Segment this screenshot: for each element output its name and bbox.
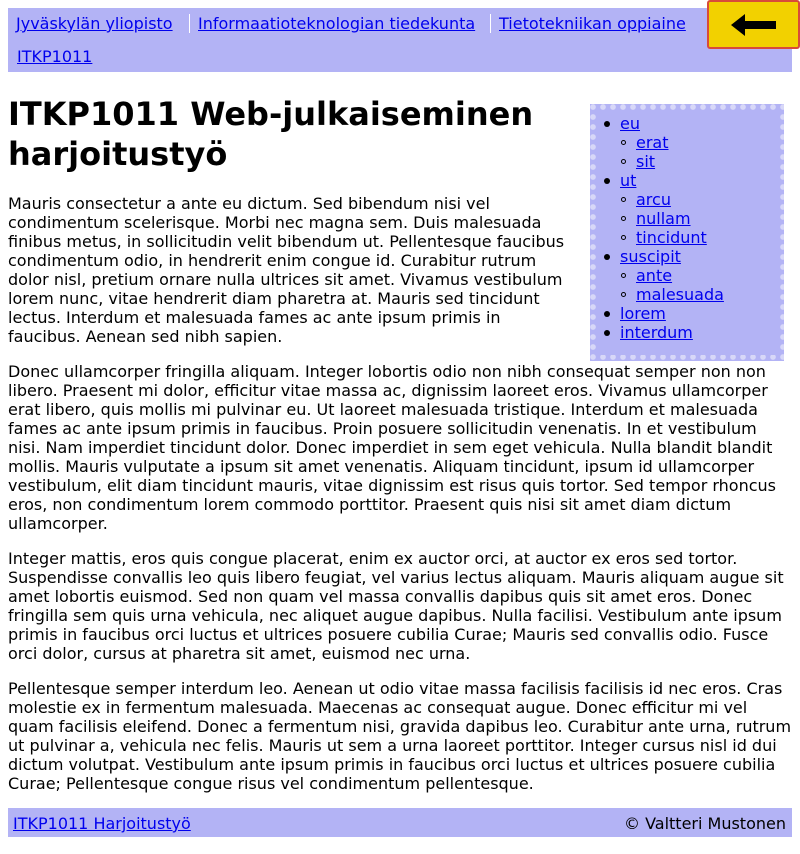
nav-link-erat[interactable]: erat (636, 133, 669, 152)
breadcrumb-university-link[interactable]: Jyväskylän yliopisto (16, 14, 173, 33)
circle-bullet-icon (621, 235, 626, 240)
nav-link-ut[interactable]: ut (620, 171, 636, 190)
side-navigation-list: eu erat sit ut arcu nullam tincidunt suscipit an… (596, 110, 778, 355)
nav-link-lorem[interactable]: lorem (620, 304, 666, 323)
footer-course-link[interactable]: ITKP1011 Harjoitustyö (13, 814, 191, 833)
paragraph: Mauris consectetur a ante eu dictum. Sed… (8, 194, 565, 346)
back-button[interactable] (707, 0, 800, 49)
nav-link-suscipit[interactable]: suscipit (620, 247, 681, 266)
breadcrumb-course-link[interactable]: ITKP1011 (17, 47, 92, 66)
back-arrow-icon (730, 13, 776, 36)
paragraph: Pellentesque semper interdum leo. Aenean… (8, 679, 792, 793)
footer: ITKP1011 Harjoitustyö © Valtteri Mustone… (8, 808, 792, 837)
nav-link-interdum[interactable]: interdum (620, 323, 693, 342)
disc-bullet-icon (604, 311, 610, 317)
disc-bullet-icon (604, 254, 610, 260)
copyright-text: © Valtteri Mustonen (623, 814, 786, 833)
nav-link-tincidunt[interactable]: tincidunt (636, 228, 707, 247)
disc-bullet-icon (604, 178, 610, 184)
breadcrumb-faculty-link[interactable]: Informaatioteknologian tiedekunta (189, 14, 475, 33)
paragraph: Integer mattis, eros quis congue placera… (8, 549, 784, 663)
side-navigation: eu erat sit ut arcu nullam tincidunt suscipit an… (590, 104, 784, 361)
disc-bullet-icon (604, 330, 610, 336)
paragraph: Donec ullamcorper fringilla aliquam. Int… (8, 362, 776, 533)
circle-bullet-icon (621, 197, 626, 202)
circle-bullet-icon (621, 216, 626, 221)
header-nav-bar: Jyväskylän yliopisto Informaatioteknolog… (8, 8, 792, 72)
page-title: ITKP1011 Web-julkaiseminen harjoitustyö (8, 95, 534, 173)
circle-bullet-icon (621, 140, 626, 145)
nav-link-arcu[interactable]: arcu (636, 190, 671, 209)
disc-bullet-icon (604, 121, 610, 127)
circle-bullet-icon (621, 273, 626, 278)
nav-link-malesuada[interactable]: malesuada (636, 285, 724, 304)
breadcrumb-department-link[interactable]: Tietotekniikan oppiaine (490, 14, 686, 33)
nav-link-ante[interactable]: ante (636, 266, 672, 285)
nav-link-nullam[interactable]: nullam (636, 209, 691, 228)
circle-bullet-icon (621, 292, 626, 297)
nav-link-sit[interactable]: sit (636, 152, 655, 171)
circle-bullet-icon (621, 159, 626, 164)
nav-link-eu[interactable]: eu (620, 114, 640, 133)
